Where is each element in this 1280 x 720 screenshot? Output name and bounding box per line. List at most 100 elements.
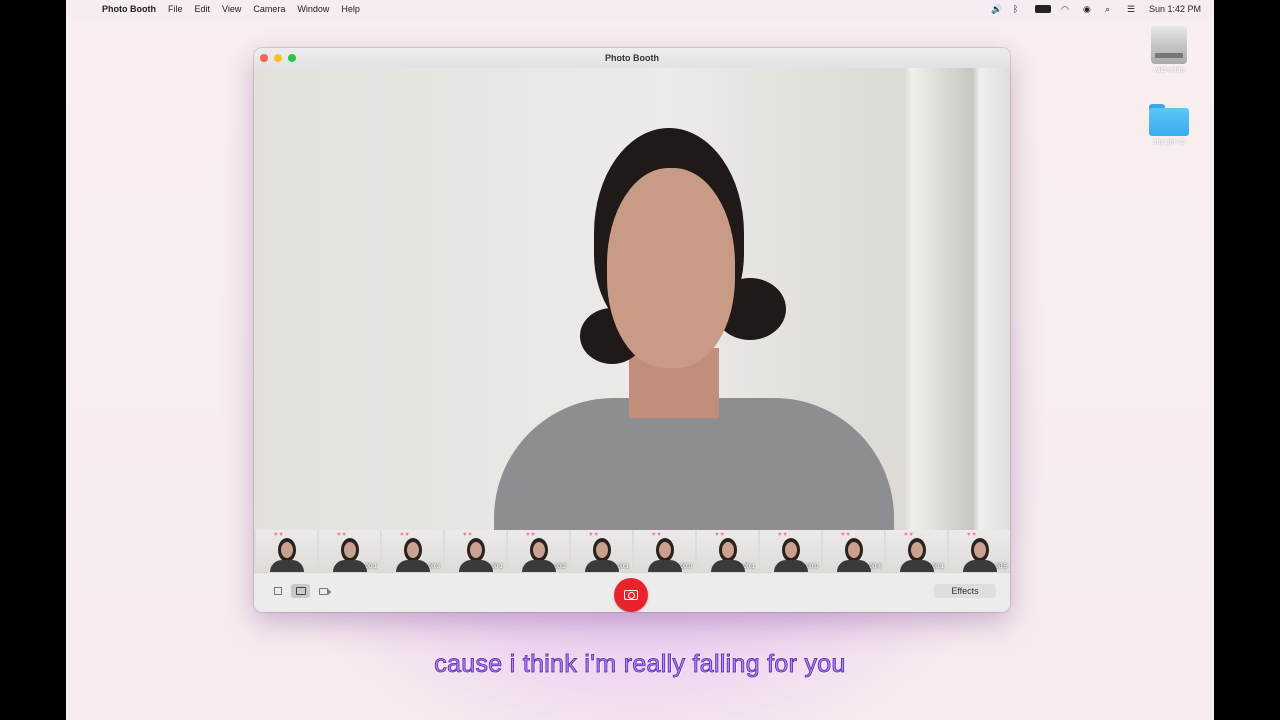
thumbnail-item[interactable]: ♥ ♥ 00:0 <box>760 530 821 572</box>
thumbnail-face <box>533 542 545 558</box>
photo-icon <box>295 587 306 595</box>
thumbnail-item[interactable]: ♥ ♥ 00:5 <box>949 530 1010 572</box>
zoom-button[interactable] <box>288 54 296 62</box>
bottom-toolbar: Effects <box>254 572 1010 612</box>
heart-effect-icon: ♥ ♥ <box>904 532 913 538</box>
window-controls <box>254 54 296 62</box>
thumbnail-body <box>333 560 367 572</box>
heart-effect-icon: ♥ ♥ <box>337 532 346 538</box>
photo-booth-window: Photo Booth ♥ ♥ ♥ ♥ 00:1 ♥ ♥ 00:3 ♥ ♥ 00:1 ♥ ♥ 0… <box>254 48 1010 612</box>
thumbnail-duration: 00:5 <box>995 564 1007 570</box>
thumbnail-body <box>459 560 493 572</box>
thumbnail-duration: 00:1 <box>491 564 503 570</box>
thumbnail-duration: 00:4 <box>869 564 881 570</box>
heart-effect-icon: ♥ ♥ <box>967 532 976 538</box>
thumbnail-item[interactable]: ♥ ♥ <box>256 530 317 572</box>
thumbnail-body <box>711 560 745 572</box>
thumbnail-item[interactable]: ♥ ♥ 00:1 <box>319 530 380 572</box>
control-center-icon[interactable]: ☰ <box>1127 4 1139 14</box>
bluetooth-icon[interactable]: ᛒ <box>1013 4 1025 14</box>
heart-effect-icon: ♥ ♥ <box>715 532 724 538</box>
thumbnail-body <box>837 560 871 572</box>
desktop-icon-label: wild-wilde <box>1153 67 1185 74</box>
menu-edit[interactable]: Edit <box>189 4 217 14</box>
thumbnail-body <box>648 560 682 572</box>
window-title: Photo Booth <box>605 53 659 63</box>
close-button[interactable] <box>260 54 268 62</box>
thumbnail-item[interactable]: ♥ ♥ 00:1 <box>697 530 758 572</box>
single-photo-mode-button[interactable] <box>291 584 310 598</box>
grid-icon <box>273 587 282 595</box>
thumbnail-body <box>585 560 619 572</box>
menu-view[interactable]: View <box>216 4 247 14</box>
thumbnail-duration: 00:1 <box>617 564 629 570</box>
menu-app-name[interactable]: Photo Booth <box>102 4 162 14</box>
camera-preview <box>254 68 1010 530</box>
thumbnail-item[interactable]: ♥ ♥ 00:2 <box>508 530 569 572</box>
thumbnail-face <box>659 542 671 558</box>
thumbnail-body <box>522 560 556 572</box>
mode-selector <box>268 584 333 598</box>
thumbnail-face <box>911 542 923 558</box>
thumbnail-face <box>974 542 986 558</box>
title-bar[interactable]: Photo Booth <box>254 48 1010 68</box>
thumbnail-item[interactable]: ♥ ♥ 00:3 <box>382 530 443 572</box>
desktop-icon-drive[interactable]: wild-wilde <box>1139 26 1199 74</box>
thumbnail-face <box>722 542 734 558</box>
letterbox-left <box>0 0 66 720</box>
heart-effect-icon: ♥ ♥ <box>589 532 598 538</box>
thumbnail-duration: 00:1 <box>932 564 944 570</box>
thumbnail-item[interactable]: ♥ ♥ 00:1 <box>445 530 506 572</box>
heart-effect-icon: ♥ ♥ <box>400 532 409 538</box>
thumbnail-face <box>785 542 797 558</box>
menu-camera[interactable]: Camera <box>247 4 291 14</box>
video-camera-icon <box>319 587 331 595</box>
thumbnail-body <box>963 560 997 572</box>
menubar-clock[interactable]: Sun 1:42 PM <box>1149 4 1201 14</box>
heart-effect-icon: ♥ ♥ <box>463 532 472 538</box>
heart-effect-icon: ♥ ♥ <box>274 532 283 538</box>
menu-window[interactable]: Window <box>291 4 335 14</box>
menu-file[interactable]: File <box>162 4 189 14</box>
minimize-button[interactable] <box>274 54 282 62</box>
thumbnail-face <box>281 542 293 558</box>
take-photo-button[interactable] <box>614 578 648 612</box>
status-area: 🔊 ᛒ ◠ ◉ ⌕ ☰ Sun 1:42 PM <box>991 4 1214 14</box>
drive-icon <box>1151 26 1187 64</box>
heart-effect-icon: ♥ ♥ <box>841 532 850 538</box>
desktop-icon-label: shy girl <3 <box>1152 139 1186 146</box>
desktop-icon-folder[interactable]: shy girl <3 <box>1139 104 1199 146</box>
search-icon[interactable]: ⌕ <box>1105 4 1117 14</box>
thumbnail-item[interactable]: ♥ ♥ 00:1 <box>886 530 947 572</box>
thumbnail-duration: 00:0 <box>680 564 692 570</box>
thumbnail-item[interactable]: ♥ ♥ 00:4 <box>823 530 884 572</box>
thumbnail-face <box>344 542 356 558</box>
battery-icon[interactable] <box>1034 5 1051 13</box>
letterbox-right <box>1214 0 1280 720</box>
thumbnail-body <box>396 560 430 572</box>
video-mode-button[interactable] <box>314 584 333 598</box>
four-up-mode-button[interactable] <box>268 584 287 598</box>
thumbnail-face <box>407 542 419 558</box>
volume-icon[interactable]: 🔊 <box>991 4 1003 14</box>
thumbnail-body <box>774 560 808 572</box>
user-icon[interactable]: ◉ <box>1083 4 1095 14</box>
thumbnail-duration: 00:1 <box>365 564 377 570</box>
camera-subject <box>474 128 894 530</box>
desktop: Photo Booth File Edit View Camera Window… <box>66 0 1214 720</box>
video-caption: cause i think i'm really falling for you <box>434 650 846 679</box>
thumbnail-duration: 00:0 <box>806 564 818 570</box>
menu-bar: Photo Booth File Edit View Camera Window… <box>66 0 1214 18</box>
thumbnail-item[interactable]: ♥ ♥ 00:0 <box>634 530 695 572</box>
heart-effect-icon: ♥ ♥ <box>526 532 535 538</box>
thumbnail-duration: 00:2 <box>554 564 566 570</box>
menu-help[interactable]: Help <box>335 4 366 14</box>
thumbnail-face <box>848 542 860 558</box>
wifi-icon[interactable]: ◠ <box>1061 4 1073 14</box>
thumbnail-face <box>470 542 482 558</box>
camera-icon <box>624 590 638 600</box>
effects-button[interactable]: Effects <box>934 584 996 598</box>
thumbnail-duration: 00:1 <box>743 564 755 570</box>
thumbnail-item[interactable]: ♥ ♥ 00:1 <box>571 530 632 572</box>
thumbnail-strip: ♥ ♥ ♥ ♥ 00:1 ♥ ♥ 00:3 ♥ ♥ 00:1 ♥ ♥ 00:2 ♥ ♥ 00:1 ♥ … <box>254 530 1010 572</box>
